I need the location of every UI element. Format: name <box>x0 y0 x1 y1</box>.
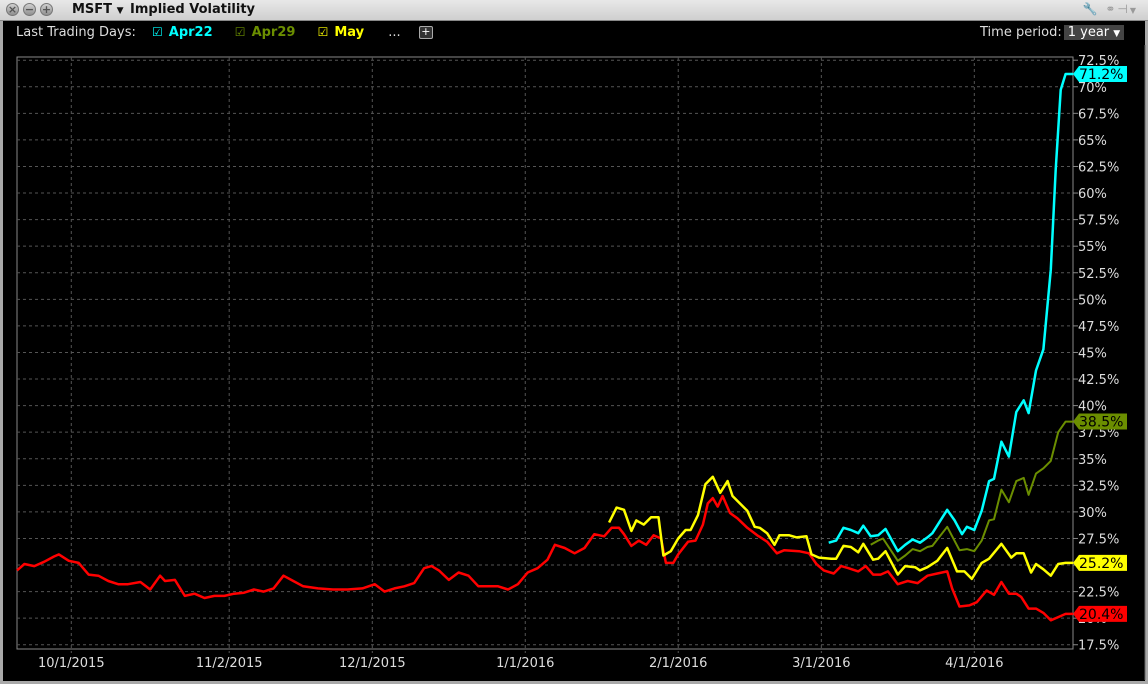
pin-icon[interactable]: ⊣ <box>1117 2 1129 16</box>
symbol-dropdown[interactable]: MSFT ▼ <box>72 2 124 17</box>
time-period-label: Time period: <box>980 25 1062 40</box>
last-trading-days-label: Last Trading Days: <box>16 25 136 40</box>
close-window-button[interactable]: × <box>6 3 19 16</box>
maximize-window-button[interactable]: + <box>40 3 53 16</box>
add-expiry-button[interactable]: + <box>418 26 433 39</box>
checkbox-checked-icon: ☑ <box>152 25 163 39</box>
wrench-icon[interactable]: 🔧 <box>1083 2 1100 16</box>
more-expiries-button[interactable]: ... <box>388 25 400 40</box>
time-period-value: 1 year <box>1067 25 1110 40</box>
link-icon[interactable]: ⚭ <box>1105 2 1117 16</box>
symbol-label: MSFT <box>72 2 113 17</box>
menu-chevron-icon[interactable]: ▼ <box>1130 6 1138 15</box>
minimize-window-button[interactable]: − <box>23 3 36 16</box>
legend-apr29-label: Apr29 <box>251 25 296 40</box>
legend-toolbar: Last Trading Days: ☑ Apr22 ☑ Apr29 ☑ May ..… <box>16 25 439 40</box>
checkbox-checked-icon: ☑ <box>234 25 246 39</box>
chevron-down-icon: ▼ <box>1113 29 1121 39</box>
legend-apr22-toggle[interactable]: ☑ Apr22 <box>152 25 219 40</box>
legend-apr22-label: Apr22 <box>168 25 213 40</box>
legend-apr29-toggle[interactable]: ☑ Apr29 <box>235 25 302 40</box>
chevron-down-icon: ▼ <box>116 6 124 16</box>
title-bar: × − + MSFT ▼ Implied Volatility 🔧 ⚭⊣▼ <box>0 0 1148 21</box>
legend-may-label: May <box>334 25 365 40</box>
chart-panel <box>3 21 1145 681</box>
window-title: Implied Volatility <box>130 2 256 17</box>
legend-may-toggle[interactable]: ☑ May <box>318 25 371 40</box>
time-period-control: Time period: 1 year ▼ <box>980 25 1125 40</box>
time-period-select[interactable]: 1 year ▼ <box>1063 25 1125 40</box>
checkbox-checked-icon: ☑ <box>317 25 329 39</box>
